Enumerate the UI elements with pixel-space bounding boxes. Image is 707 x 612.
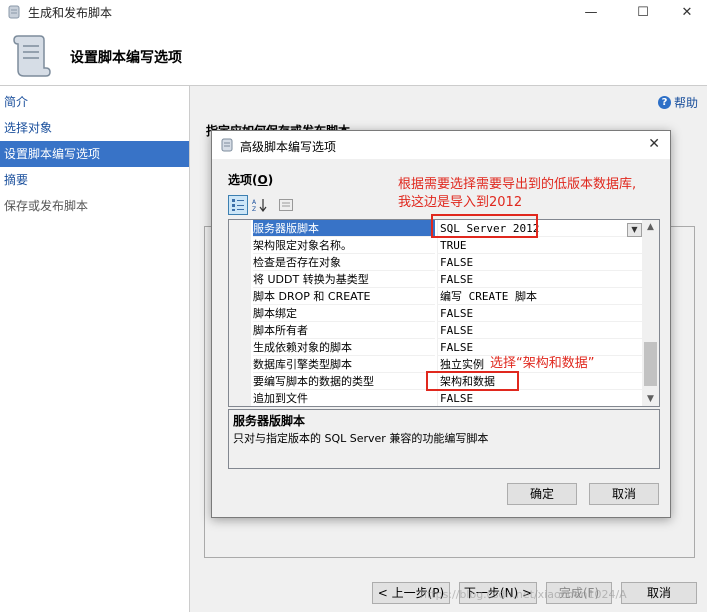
property-name: 服务器版脚本 [253,220,435,237]
property-row[interactable]: 脚本绑定 FALSE [229,305,644,322]
property-row[interactable]: 架构限定对象名称。 TRUE [229,237,644,254]
property-name: 脚本所有者 [253,322,435,339]
property-name: 将 UDDT 转换为基类型 [253,271,435,288]
property-row[interactable]: 将 UDDT 转换为基类型 FALSE [229,271,644,288]
sidebar-item-scripting-options[interactable]: 设置脚本编写选项 [0,141,189,167]
sidebar-item-save-or-publish: 保存或发布脚本 [4,199,89,213]
svg-text:A: A [252,199,257,206]
sort-alphabetical-icon: A Z [252,199,267,212]
property-value[interactable]: FALSE [437,390,644,406]
property-row[interactable]: 检查是否存在对象 FALSE [229,254,644,271]
scroll-up-icon[interactable]: ▲ [642,220,659,234]
property-pages-button[interactable] [276,195,296,215]
window-titlebar: 生成和发布脚本 — ☐ ✕ [0,0,707,24]
help-icon: ? [657,96,671,109]
wizard-sidebar: 简介 选择对象 设置脚本编写选项 摘要 保存或发布脚本 [0,86,190,612]
help-label: 帮助 [673,96,698,110]
property-name: 生成依赖对象的脚本 [253,339,435,356]
scroll-down-icon[interactable]: ▼ [642,392,659,406]
sidebar-item-summary[interactable]: 摘要 [0,167,189,193]
property-name: 要编写脚本的数据的类型 [253,373,435,390]
categorized-icon [232,199,244,211]
property-name: 架构限定对象名称。 [253,237,435,254]
maximize-button[interactable]: ☐ [620,0,666,24]
description-body: 只对与指定版本的 SQL Server 兼容的功能编写脚本 [233,432,489,445]
description-title: 服务器版脚本 [233,414,306,428]
property-value[interactable]: TRUE [437,237,644,254]
property-pages-icon [279,199,293,211]
property-name: 追加到文件 [253,390,435,406]
script-scroll-icon [221,138,233,152]
property-row[interactable]: 生成依赖对象的脚本 FALSE [229,339,644,356]
alphabetical-view-button[interactable]: A Z [250,195,270,215]
window-title: 生成和发布脚本 [28,6,113,20]
property-row[interactable]: 脚本所有者 FALSE [229,322,644,339]
ok-button[interactable]: 确定 [507,483,577,505]
property-description: 服务器版脚本 只对与指定版本的 SQL Server 兼容的功能编写脚本 [228,409,660,469]
property-row[interactable]: 脚本 DROP 和 CREATE 编写 CREATE 脚本 [229,288,644,305]
property-name: 脚本绑定 [253,305,435,322]
categorized-view-button[interactable] [228,195,248,215]
script-scroll-icon [13,35,51,77]
dialog-cancel-button[interactable]: 取消 [589,483,659,505]
property-value[interactable]: FALSE [437,322,644,339]
annotation-box-server-version [431,214,538,238]
property-value[interactable]: FALSE [437,254,644,271]
dialog-close-button[interactable]: ✕ [648,136,660,152]
property-value[interactable]: FALSE [437,305,644,322]
script-scroll-icon [8,5,20,19]
dialog-title: 高级脚本编写选项 [240,140,337,154]
minimize-button[interactable]: — [568,0,614,24]
wizard-header: 设置脚本编写选项 [0,24,707,86]
svg-text:Z: Z [252,206,256,212]
options-label: 选项(O) [228,173,274,187]
cancel-button[interactable]: 取消 [621,582,697,604]
dialog-titlebar: 高级脚本编写选项 ✕ [212,131,670,159]
watermark: https://blog.csdn.net/xiaochen1024/A [420,588,627,601]
property-value[interactable]: FALSE [437,339,644,356]
page-title: 设置脚本编写选项 [70,50,182,66]
property-value[interactable]: 编写 CREATE 脚本 [437,288,644,305]
close-button[interactable]: ✕ [664,0,707,24]
vertical-scrollbar[interactable]: ▲ ▼ [642,220,659,406]
sidebar-item-intro[interactable]: 简介 [0,89,189,115]
property-name: 检查是否存在对象 [253,254,435,271]
scrollbar-thumb[interactable] [644,342,657,386]
property-name: 数据库引擎类型脚本 [253,356,435,373]
sidebar-item-choose-objects[interactable]: 选择对象 [0,115,189,141]
annotation-note-version: 根据需要选择需要导出到的低版本数据库, 我这边是导入到2012 [398,177,637,210]
help-link[interactable]: ? 帮助 [657,94,698,111]
property-name: 脚本 DROP 和 CREATE [253,288,435,305]
annotation-box-data-type [426,371,519,391]
property-value[interactable]: FALSE [437,271,644,288]
property-row[interactable]: 追加到文件 FALSE [229,390,644,406]
property-grid-toolbar: A Z [228,195,296,215]
chevron-down-icon[interactable]: ▼ [627,223,642,237]
annotation-note-data-type: 选择“架构和数据” [490,356,595,371]
